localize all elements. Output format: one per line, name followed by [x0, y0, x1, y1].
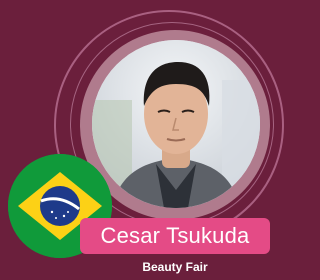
event-caption: Beauty Fair: [142, 260, 208, 274]
speaker-card: Cesar Tsukuda Beauty Fair: [0, 0, 320, 280]
speaker-portrait-photo: [92, 40, 260, 208]
speaker-name: Cesar Tsukuda: [100, 223, 250, 248]
speaker-name-badge: Cesar Tsukuda: [80, 218, 270, 254]
